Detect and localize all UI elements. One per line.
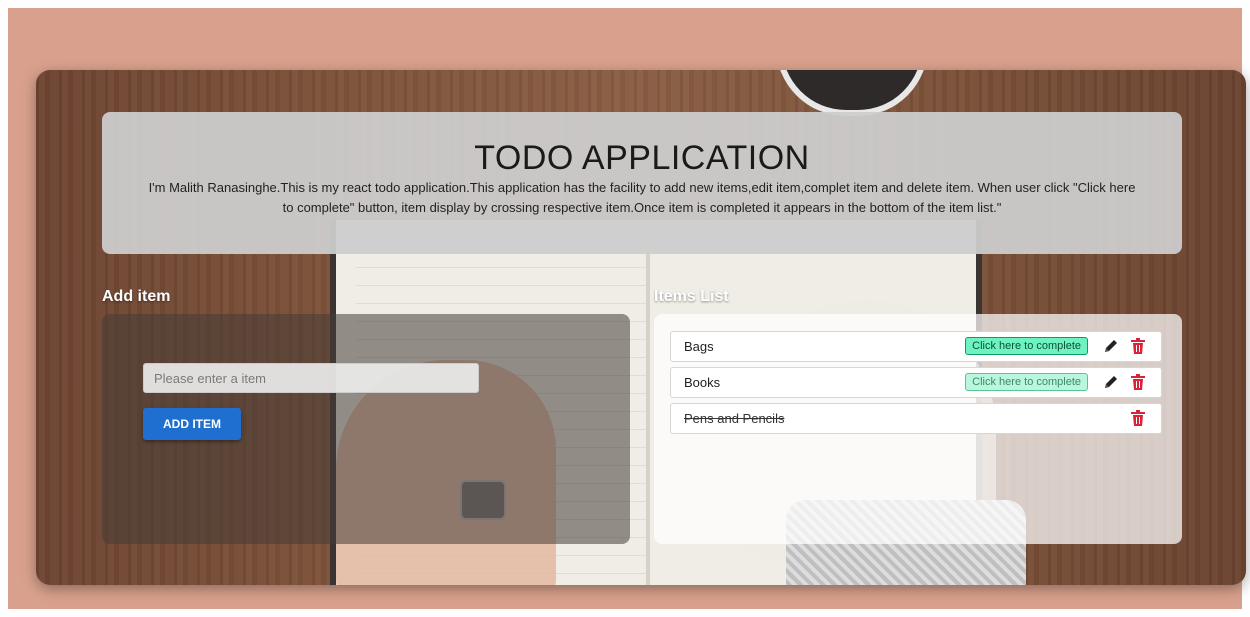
app-card: TODO APPLICATION I'm Malith Ranasinghe.T… [36, 70, 1246, 585]
header-panel: TODO APPLICATION I'm Malith Ranasinghe.T… [102, 112, 1182, 254]
item-label: Bags [684, 339, 714, 354]
list-item: Books Click here to complete [670, 367, 1162, 398]
add-item-button[interactable]: ADD ITEM [143, 408, 241, 440]
item-label: Books [684, 375, 721, 390]
list-item: Bags Click here to complete [670, 331, 1162, 362]
trash-icon[interactable] [1131, 374, 1145, 390]
app-title: TODO APPLICATION [474, 139, 810, 177]
page-background: TODO APPLICATION I'm Malith Ranasinghe.T… [8, 8, 1246, 609]
trash-icon[interactable] [1131, 338, 1145, 354]
pencil-icon[interactable] [1103, 374, 1119, 390]
notebook-spine-decoration [646, 220, 650, 585]
items-list-panel: Bags Click here to complete Books Click … [654, 314, 1182, 544]
coffee-cup-decoration [776, 70, 928, 116]
pencil-icon[interactable] [1103, 338, 1119, 354]
item-label-completed: Pens and Pencils [684, 411, 785, 426]
item-input[interactable] [143, 363, 479, 393]
items-list-heading: Items List [654, 288, 729, 305]
complete-button[interactable]: Click here to complete [965, 373, 1088, 391]
add-item-panel: ADD ITEM [102, 314, 630, 544]
app-description: I'm Malith Ranasinghe.This is my react t… [148, 180, 1136, 215]
add-item-heading: Add item [102, 288, 171, 305]
trash-icon[interactable] [1131, 410, 1145, 426]
complete-button[interactable]: Click here to complete [965, 337, 1088, 355]
list-item: Pens and Pencils [670, 403, 1162, 434]
